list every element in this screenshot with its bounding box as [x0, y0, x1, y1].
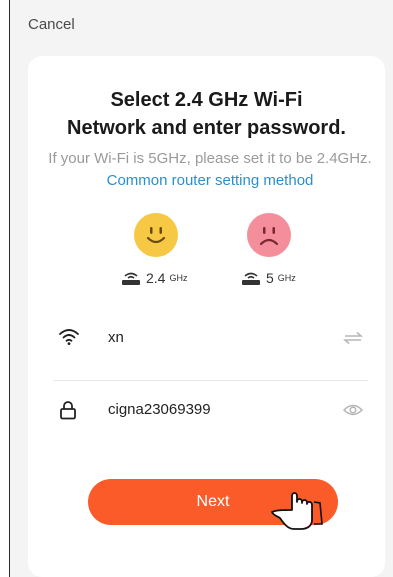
wifi-setup-card: Select 2.4 GHz Wi-Fi Network and enter p…: [28, 56, 385, 577]
subtitle-text: If your Wi-Fi is 5GHz, please set it to …: [48, 150, 372, 167]
wifi-icon: [59, 329, 79, 345]
pointing-hand-icon: [271, 492, 323, 530]
band-2-4-unit: GHz: [169, 273, 188, 283]
router-icon: [242, 272, 260, 285]
band-5-number: 5: [266, 270, 274, 286]
band-5ghz: 5 GHz: [240, 268, 296, 288]
title-line-2: Network and enter password.: [67, 117, 346, 139]
password-field[interactable]: cigna23069399: [54, 396, 368, 426]
page-title: Select 2.4 GHz Wi-Fi Network and enter p…: [28, 86, 385, 142]
title-line-1: Select 2.4 GHz Wi-Fi: [110, 89, 303, 111]
router-setting-link[interactable]: Common router setting method: [107, 172, 314, 189]
lock-icon: [60, 401, 76, 420]
band-5-unit: GHz: [277, 273, 296, 283]
wifi-ssid-value: xn: [108, 329, 124, 346]
eye-icon[interactable]: [342, 402, 364, 418]
screen: Cancel Select 2.4 GHz Wi-Fi Network and …: [9, 0, 393, 577]
wifi-ssid-field[interactable]: xn: [54, 324, 368, 354]
router-icon: [122, 272, 140, 285]
swap-arrows-icon[interactable]: [342, 330, 364, 346]
band-2-4-number: 2.4: [146, 270, 166, 286]
divider: [54, 380, 368, 381]
band-2-4ghz: 2.4 GHz: [120, 268, 187, 288]
subtitle: If your Wi-Fi is 5GHz, please set it to …: [40, 148, 380, 192]
password-value: cigna23069399: [108, 401, 211, 418]
smile-face-icon: [134, 213, 178, 257]
frown-face-icon: [247, 213, 291, 257]
cancel-button[interactable]: Cancel: [28, 16, 75, 33]
